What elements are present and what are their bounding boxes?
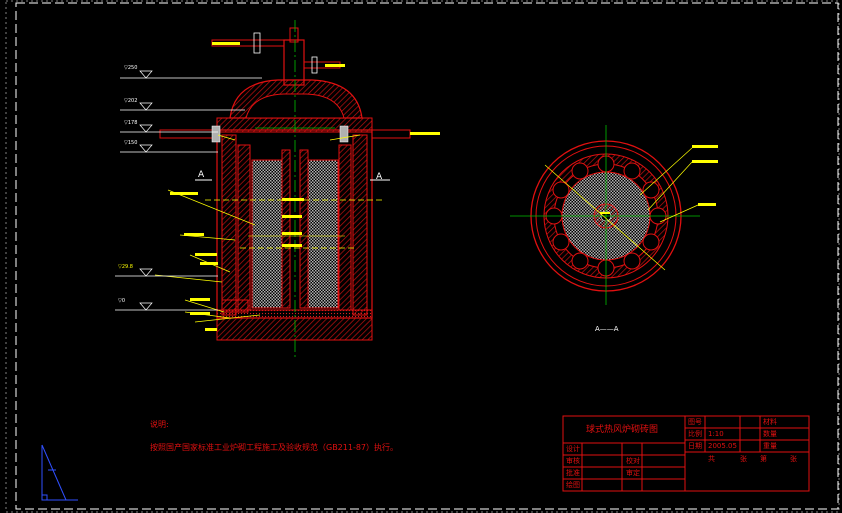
- notes-body: 按照国产国家标准工业炉砌工程施工及验收规范（GB211-87）执行。: [150, 443, 399, 452]
- checker-chamber-right: [307, 159, 339, 309]
- label-review: 审定: [626, 469, 640, 477]
- label-drawing-no: 图号: [688, 418, 702, 426]
- elevation-label-2: ▽202: [124, 98, 138, 104]
- label-approver: 批准: [566, 469, 580, 477]
- foundation-block: [216, 317, 373, 341]
- label-checker: 审核: [566, 457, 580, 465]
- label-proofread: 校对: [626, 457, 640, 465]
- notes-heading: 说明:: [150, 420, 169, 429]
- value-scale: 1:10: [708, 430, 724, 438]
- label-scale: 比例: [688, 430, 702, 438]
- section-marker-left: A: [198, 170, 205, 180]
- furnace-section-view: [115, 20, 440, 360]
- air-inlet-left: [159, 129, 219, 139]
- plan-view-a-a: [510, 125, 718, 305]
- label-date: 日期: [688, 442, 702, 450]
- label-material: 材料: [763, 418, 777, 426]
- section-marker-right: A: [376, 172, 383, 182]
- exhaust-pipe: [283, 39, 305, 86]
- label-weight: 重量: [763, 442, 777, 450]
- elevation-label-5: ▽29.8: [118, 264, 133, 270]
- label-quantity: 数量: [763, 430, 777, 438]
- air-inlet-right: [371, 129, 411, 139]
- left-lining: [221, 134, 237, 316]
- elevation-label-1: ▽250: [124, 65, 138, 71]
- label-sheet-of: 共: [708, 455, 715, 463]
- section-caption: A——A: [595, 325, 619, 333]
- label-sheet: 第: [760, 455, 767, 463]
- label-sheet-unit-1: 张: [740, 455, 747, 463]
- ucs-icon: [41, 444, 78, 501]
- elevation-label-3: ▽178: [124, 120, 138, 126]
- checker-chamber-left: [251, 159, 283, 309]
- elevation-label-4: ▽150: [124, 140, 138, 146]
- right-lining: [352, 134, 368, 316]
- title-block-title: 球式热风炉砌砖图: [586, 425, 659, 435]
- label-designer: 设计: [566, 445, 580, 453]
- value-date: 2005.05: [708, 442, 737, 450]
- label-draw: 绘图: [566, 481, 580, 489]
- elevation-label-6: ▽0: [118, 298, 126, 304]
- label-sheet-unit-2: 张: [790, 455, 797, 463]
